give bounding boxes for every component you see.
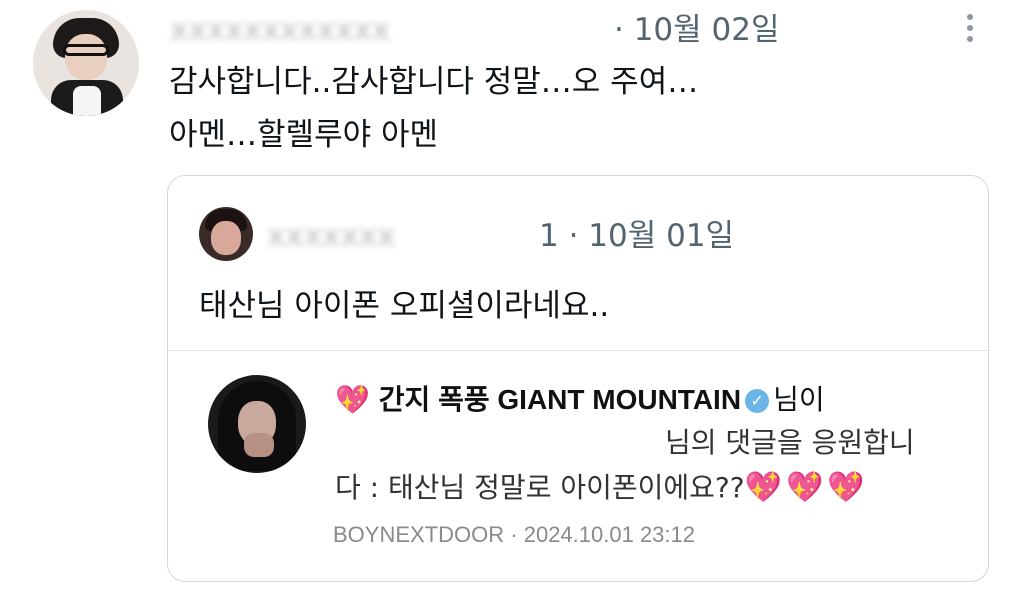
quoted-tweet-text: 태산님 아이폰 오피셜이라네요.. xyxy=(199,288,610,324)
sparkling-heart-icon: 💖 xyxy=(335,383,370,416)
nested-post-avatar xyxy=(208,375,306,473)
footer-separator: · xyxy=(510,522,518,547)
author-avatar[interactable] xyxy=(33,10,139,116)
verified-badge-icon: ✓ xyxy=(745,389,770,413)
nested-post-timestamp: 2024.10.01 23:12 xyxy=(523,522,695,547)
sparkling-heart-icon: 💖💖💖 xyxy=(744,470,869,505)
nested-post-footer: BOYNEXTDOOR · 2024.10.01 23:12 xyxy=(333,522,695,548)
more-vertical-icon[interactable] xyxy=(960,10,980,50)
blurred-username[interactable]: xxxxxxx xyxy=(267,218,539,254)
nested-post-name: 간지 폭풍 GIANT MOUNTAIN xyxy=(378,384,742,415)
divider xyxy=(168,350,988,351)
tweet-meta: xxxxxxxxxxxx · 10월 02일 xyxy=(170,4,780,49)
quoted-tweet-date: 1 · 10월 01일 xyxy=(539,218,735,254)
tweet-date: · 10월 02일 xyxy=(614,12,780,48)
nested-post-brand: BOYNEXTDOOR xyxy=(333,522,505,547)
nested-post-comment-text: 다 : 태산님 정말로 아이폰이에요?? xyxy=(335,471,745,504)
nested-post-header: 💖 간지 폭풍 GIANT MOUNTAIN ✓ 님이 xyxy=(335,378,825,418)
quoted-tweet-meta: xxxxxxx 1 · 10월 01일 xyxy=(267,210,734,255)
blurred-username[interactable]: xxxxxxxxxxxx xyxy=(170,12,614,48)
quoted-author-avatar[interactable] xyxy=(199,207,253,261)
tweet-text: 감사합니다..감사합니다 정말…오 주여…아멘…할렐루야 아멘 xyxy=(169,64,699,153)
nested-post-line: 님의 댓글을 응원합니 xyxy=(665,426,915,459)
nested-post-suffix: 님이 xyxy=(773,383,825,416)
nested-post-comment: 다 : 태산님 정말로 아이폰이에요??💖💖💖 xyxy=(335,466,869,506)
